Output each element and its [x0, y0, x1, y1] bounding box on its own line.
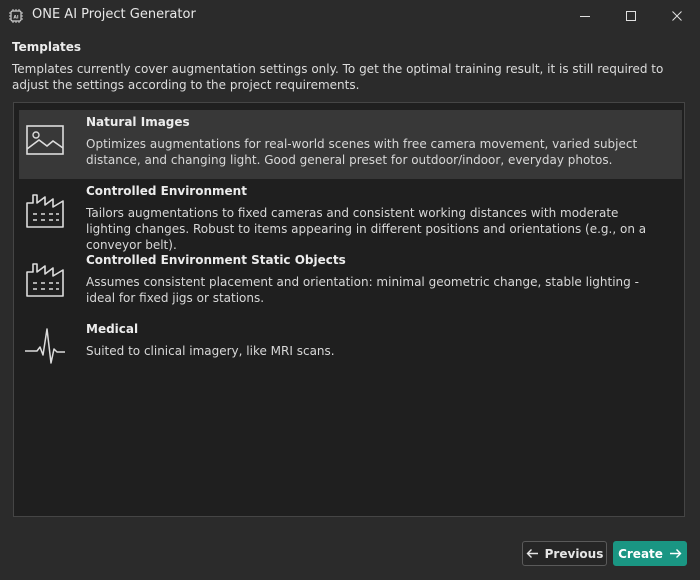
heartbeat-icon: [25, 328, 65, 364]
template-description: Tailors augmentations to fixed cameras a…: [86, 206, 647, 252]
close-button[interactable]: [654, 0, 700, 32]
previous-button[interactable]: Previous: [522, 541, 607, 566]
title-bar: AI ONE AI Project Generator: [0, 0, 700, 32]
template-item-natural-images[interactable]: Natural Images Optimizes augmentations f…: [19, 110, 682, 179]
minimize-button[interactable]: [562, 0, 608, 32]
template-name: Controlled Environment: [86, 184, 247, 198]
arrow-right-icon: [669, 549, 682, 558]
window-title: ONE AI Project Generator: [32, 7, 196, 22]
template-name: Medical: [86, 322, 139, 336]
factory-icon: [26, 194, 64, 228]
close-icon: [672, 11, 682, 21]
svg-text:AI: AI: [13, 14, 19, 20]
create-button-label: Create: [618, 546, 663, 561]
template-item-controlled-environment[interactable]: Controlled Environment Tailors augmentat…: [19, 179, 682, 252]
template-description: Suited to clinical imagery, like MRI sca…: [86, 344, 335, 358]
factory-icon: [26, 263, 64, 297]
template-name: Natural Images: [86, 115, 190, 129]
app-chip-icon: AI: [9, 9, 23, 23]
templates-list: Natural Images Optimizes augmentations f…: [13, 102, 685, 517]
template-item-controlled-environment-static-objects[interactable]: Controlled Environment Static Objects As…: [19, 248, 682, 317]
template-description: Assumes consistent placement and orienta…: [86, 275, 639, 305]
section-description: Templates currently cover augmentation s…: [12, 62, 664, 92]
arrow-left-icon: [526, 549, 538, 558]
image-icon: [26, 125, 64, 155]
minimize-icon: [580, 16, 590, 17]
template-item-medical[interactable]: Medical Suited to clinical imagery, like…: [19, 317, 682, 386]
create-button[interactable]: Create: [613, 541, 687, 566]
previous-button-label: Previous: [544, 546, 604, 561]
maximize-icon: [626, 11, 636, 21]
template-description: Optimizes augmentations for real-world s…: [86, 137, 638, 167]
maximize-button[interactable]: [608, 0, 654, 32]
section-title: Templates: [12, 40, 82, 54]
template-name: Controlled Environment Static Objects: [86, 253, 346, 267]
